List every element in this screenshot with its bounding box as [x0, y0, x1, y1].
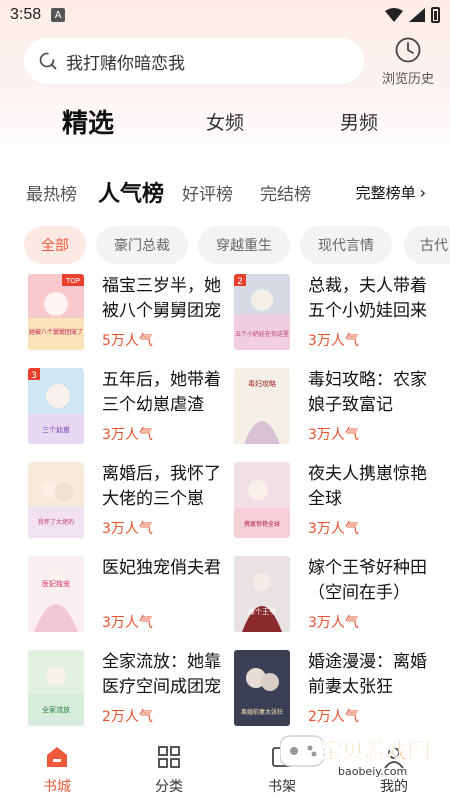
book-cover: 全家流放 [28, 650, 84, 726]
svg-text:离婚前妻太张狂: 离婚前妻太张狂 [241, 708, 283, 716]
clock-icon [395, 37, 421, 63]
book-popularity: 3万人气 [308, 427, 359, 443]
status-time: 3:58 [10, 6, 42, 23]
book-title: 医妃独宠俏夫君 [102, 558, 221, 578]
chevron-right-icon: › [419, 182, 426, 202]
wifi-icon [385, 8, 403, 22]
book-title: 婚途漫漫：离婚前妻太张狂 [308, 652, 427, 697]
status-bar: 3:58 A [0, 0, 450, 30]
search-input[interactable]: 我打赌你暗恋我 [24, 38, 364, 84]
book-popularity: 2万人气 [102, 709, 153, 725]
book-popularity: 3万人气 [308, 521, 359, 537]
svg-text:三个幼崽: 三个幼崽 [42, 425, 70, 434]
book-item[interactable]: 离婚前妻太张狂 婚途漫漫：离婚前妻太张狂 2万人气 [234, 650, 439, 740]
tab-female[interactable]: 女频 [206, 98, 244, 144]
book-cover: 嫁个王爷 [234, 556, 290, 632]
watermark-logo: 宝贝游戏网 baobeiy.com [279, 728, 430, 780]
svg-text:五个小奶娃在你这里: 五个小奶娃在你这里 [235, 330, 289, 338]
svg-text:我怀了大佬的: 我怀了大佬的 [38, 518, 74, 526]
book-popularity: 2万人气 [308, 709, 359, 725]
book-title: 五年后，她带着三个幼崽虐渣 [102, 370, 221, 415]
nav-category[interactable]: 分类 [139, 744, 199, 796]
book-cover: 离婚前妻太张狂 [234, 650, 290, 726]
chip-rebirth[interactable]: 穿越重生 [198, 226, 290, 264]
book-item[interactable]: 医妃独宠 医妃独宠俏夫君 3万人气 [28, 556, 233, 646]
book-title: 夜夫人携崽惊艳全球 [308, 464, 427, 509]
chip-ceo[interactable]: 豪门总裁 [96, 226, 188, 264]
book-cover: 毒妇攻略 [234, 368, 290, 444]
book-cover: 医妃独宠 [28, 556, 84, 632]
chip-all[interactable]: 全部 [24, 226, 86, 264]
grid-icon [158, 746, 180, 768]
full-list-label: 完整榜单 [355, 183, 416, 202]
book-title: 嫁个王爷好种田（空间在手） [308, 558, 427, 603]
book-popularity: 3万人气 [308, 333, 359, 349]
ranking-tabs: 最热榜 人气榜 好评榜 完结榜 完整榜单 › [0, 170, 450, 214]
svg-text:嫁个王爷: 嫁个王爷 [248, 607, 276, 616]
book-title: 总裁，夫人带着五个小奶娃回来了 [308, 276, 427, 321]
svg-text:3: 3 [31, 371, 37, 381]
svg-text:2: 2 [237, 277, 243, 287]
full-list-link[interactable]: 完整榜单 › [356, 170, 426, 214]
tab-rated[interactable]: 好评榜 [182, 170, 233, 214]
svg-text:她被八个舅舅团宠了: 她被八个舅舅团宠了 [29, 328, 83, 336]
svg-text:毒妇攻略: 毒妇攻略 [248, 379, 276, 388]
tab-male[interactable]: 男频 [340, 98, 378, 144]
book-cover: 3 三个幼崽 [28, 368, 84, 444]
svg-text:医妃独宠: 医妃独宠 [42, 579, 70, 588]
book-item[interactable]: 3 三个幼崽 五年后，她带着三个幼崽虐渣 3万人气 [28, 368, 233, 458]
chip-modern[interactable]: 现代言情 [300, 226, 392, 264]
history-label: 浏览历史 [381, 72, 434, 87]
home-icon [47, 747, 67, 767]
book-title: 福宝三岁半，她被八个舅舅团宠了 [102, 276, 221, 321]
book-popularity: 5万人气 [102, 333, 153, 349]
book-cover: 2 五个小奶娃在你这里 [234, 274, 290, 350]
nav-label: 分类 [155, 779, 183, 795]
svg-text:携崽惊艳全球: 携崽惊艳全球 [244, 520, 280, 528]
book-popularity: 3万人气 [102, 615, 153, 631]
book-cover: TOP 她被八个舅舅团宠了 [28, 274, 84, 350]
book-title: 全家流放：她靠医疗空间成团宠 [102, 652, 221, 697]
book-cover: 携崽惊艳全球 [234, 462, 290, 538]
book-title: 毒妇攻略：农家娘子致富记 [308, 370, 427, 415]
tab-popularity[interactable]: 人气榜 [98, 170, 164, 214]
history-button[interactable]: 浏览历史 [372, 36, 444, 90]
tab-hottest[interactable]: 最热榜 [26, 170, 77, 214]
book-cover: 我怀了大佬的 [28, 462, 84, 538]
chip-ancient[interactable]: 古代 [404, 226, 450, 264]
book-title: 离婚后，我怀了大佬的三个崽 [102, 464, 221, 509]
book-item[interactable]: 毒妇攻略 毒妇攻略：农家娘子致富记 3万人气 [234, 368, 439, 458]
book-popularity: 3万人气 [308, 615, 359, 631]
main-tabs: 精选 女频 男频 [0, 98, 450, 144]
book-popularity: 3万人气 [102, 521, 153, 537]
svg-text:宝贝游戏网: 宝贝游戏网 [320, 738, 428, 764]
svg-text:全家流放: 全家流放 [42, 705, 70, 714]
book-popularity: 3万人气 [102, 427, 153, 443]
signal-icon [409, 8, 425, 22]
notification-icon: A [51, 8, 66, 22]
category-chips: 全部 豪门总裁 穿越重生 现代言情 古代 [0, 226, 450, 266]
nav-bookstore[interactable]: 书城 [27, 744, 87, 796]
tab-featured[interactable]: 精选 [62, 98, 114, 144]
book-item[interactable]: 携崽惊艳全球 夜夫人携崽惊艳全球 3万人气 [234, 462, 439, 552]
book-item[interactable]: TOP 她被八个舅舅团宠了 福宝三岁半，她被八个舅舅团宠了 5万人气 [28, 274, 233, 364]
tab-completed[interactable]: 完结榜 [260, 170, 311, 214]
book-item[interactable]: 全家流放 全家流放：她靠医疗空间成团宠 2万人气 [28, 650, 233, 740]
book-item[interactable]: 我怀了大佬的 离婚后，我怀了大佬的三个崽 3万人气 [28, 462, 233, 552]
battery-icon [431, 7, 440, 23]
search-icon [39, 52, 57, 70]
book-item[interactable]: 2 五个小奶娃在你这里 总裁，夫人带着五个小奶娃回来了 3万人气 [234, 274, 439, 364]
search-text: 我打赌你暗恋我 [66, 53, 185, 74]
svg-text:TOP: TOP [65, 277, 80, 285]
svg-text:baobeiy.com: baobeiy.com [338, 765, 407, 778]
nav-label: 书城 [43, 779, 71, 795]
book-item[interactable]: 嫁个王爷 嫁个王爷好种田（空间在手） 3万人气 [234, 556, 439, 646]
